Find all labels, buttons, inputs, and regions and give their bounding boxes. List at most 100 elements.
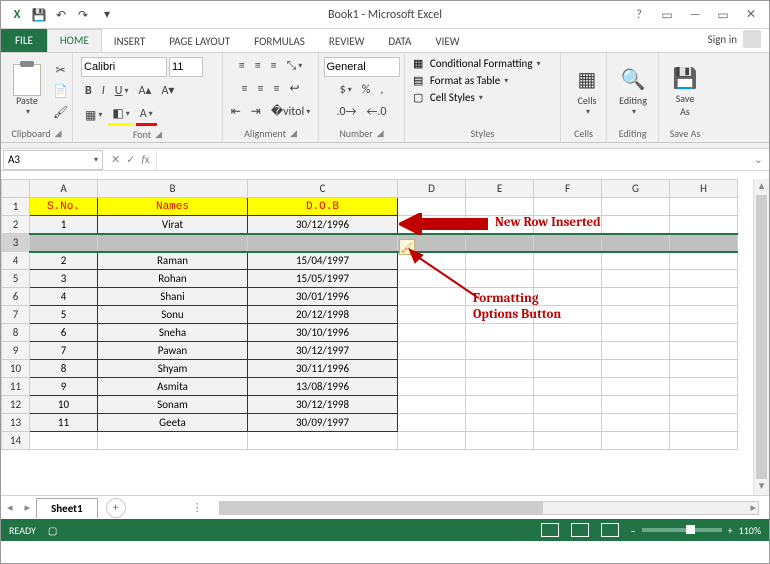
cell-B2[interactable]: Virat: [98, 216, 248, 234]
column-header-D[interactable]: D: [398, 180, 466, 198]
cell-H7[interactable]: [670, 306, 738, 324]
cell-C8[interactable]: 30/10/1996: [248, 324, 398, 342]
cell-E12[interactable]: [466, 396, 534, 414]
worksheet-grid[interactable]: ABCDEFGH1S.No.NamesD.O.B21Virat30/12/199…: [1, 179, 769, 495]
cell-G3[interactable]: [602, 234, 670, 252]
cell-B11[interactable]: Asmita: [98, 378, 248, 396]
cell-A13[interactable]: 11: [30, 414, 98, 432]
cell-F8[interactable]: [534, 324, 602, 342]
sheet-nav-prev-icon[interactable]: ◂: [1, 501, 19, 514]
tab-data[interactable]: DATA: [376, 31, 423, 52]
cancel-formula-icon[interactable]: ✕: [111, 153, 120, 166]
cell-F11[interactable]: [534, 378, 602, 396]
cell-E14[interactable]: [466, 432, 534, 450]
italic-button[interactable]: I: [98, 82, 109, 100]
redo-icon[interactable]: ↷: [75, 7, 91, 23]
cell-C11[interactable]: 13/08/1996: [248, 378, 398, 396]
zoom-slider[interactable]: [642, 528, 722, 532]
paste-button[interactable]: Paste ▾: [9, 64, 45, 119]
cell-E11[interactable]: [466, 378, 534, 396]
cell-D9[interactable]: [398, 342, 466, 360]
increase-font-icon[interactable]: A▴: [134, 81, 155, 100]
cell-C12[interactable]: 30/12/1998: [248, 396, 398, 414]
sheet-tab-sheet1[interactable]: Sheet1: [36, 498, 98, 518]
save-as-button[interactable]: 💾Save As: [667, 62, 703, 120]
increase-decimal-icon[interactable]: .0→: [333, 103, 361, 121]
cell-G6[interactable]: [602, 288, 670, 306]
undo-icon[interactable]: ↶: [53, 7, 69, 23]
row-header-10[interactable]: 10: [2, 360, 30, 378]
cell-A11[interactable]: 9: [30, 378, 98, 396]
zoom-out-icon[interactable]: –: [631, 524, 636, 537]
cell-G11[interactable]: [602, 378, 670, 396]
cell-F1[interactable]: [534, 198, 602, 216]
cell-F3[interactable]: [534, 234, 602, 252]
expand-formula-bar-icon[interactable]: ⌄: [748, 153, 769, 166]
decrease-decimal-icon[interactable]: ←.0: [363, 103, 391, 121]
save-icon[interactable]: 💾: [31, 7, 47, 23]
name-box-dropdown-icon[interactable]: ▾: [94, 155, 98, 165]
close-icon[interactable]: ✕: [739, 5, 763, 25]
column-header-C[interactable]: C: [248, 180, 398, 198]
cell-G7[interactable]: [602, 306, 670, 324]
cell-A6[interactable]: 4: [30, 288, 98, 306]
row-header-11[interactable]: 11: [2, 378, 30, 396]
ribbon-display-icon[interactable]: ▭: [655, 5, 679, 25]
cell-F5[interactable]: [534, 270, 602, 288]
font-dialog-icon[interactable]: ◢: [155, 129, 162, 140]
copy-icon[interactable]: 📄: [49, 82, 72, 101]
cell-C13[interactable]: 30/09/1997: [248, 414, 398, 432]
cell-H14[interactable]: [670, 432, 738, 450]
cell-F4[interactable]: [534, 252, 602, 270]
cell-H6[interactable]: [670, 288, 738, 306]
cell-A10[interactable]: 8: [30, 360, 98, 378]
new-sheet-button[interactable]: +: [106, 498, 126, 518]
cell-B14[interactable]: [98, 432, 248, 450]
decrease-indent-icon[interactable]: ⇤: [227, 102, 245, 121]
row-header-1[interactable]: 1: [2, 198, 30, 216]
format-as-table-button[interactable]: ▤ Format as Table▾: [413, 74, 508, 87]
cell-D13[interactable]: [398, 414, 466, 432]
tab-formulas[interactable]: FORMULAS: [242, 31, 317, 52]
cell-G8[interactable]: [602, 324, 670, 342]
cell-H12[interactable]: [670, 396, 738, 414]
cell-D12[interactable]: [398, 396, 466, 414]
align-left-icon[interactable]: ≡: [237, 80, 251, 98]
macro-record-icon[interactable]: ▢: [48, 524, 57, 537]
decrease-font-icon[interactable]: A▾: [157, 81, 178, 100]
percent-format-icon[interactable]: %: [358, 81, 375, 99]
cell-B4[interactable]: Raman: [98, 252, 248, 270]
row-header-13[interactable]: 13: [2, 414, 30, 432]
page-break-view-icon[interactable]: [601, 523, 619, 537]
cell-F7[interactable]: [534, 306, 602, 324]
cell-H13[interactable]: [670, 414, 738, 432]
minimize-icon[interactable]: —: [683, 5, 707, 25]
cell-G14[interactable]: [602, 432, 670, 450]
cell-C4[interactable]: 15/04/1997: [248, 252, 398, 270]
row-header-4[interactable]: 4: [2, 252, 30, 270]
cell-C3[interactable]: [248, 234, 398, 252]
align-bottom-icon[interactable]: ≡: [267, 57, 281, 75]
row-header-5[interactable]: 5: [2, 270, 30, 288]
cell-D10[interactable]: [398, 360, 466, 378]
zoom-in-icon[interactable]: +: [728, 524, 733, 537]
tab-page-layout[interactable]: PAGE LAYOUT: [157, 31, 242, 52]
conditional-formatting-button[interactable]: ▦ Conditional Formatting▾: [413, 57, 541, 70]
cell-H1[interactable]: [670, 198, 738, 216]
cell-F6[interactable]: [534, 288, 602, 306]
tab-home[interactable]: HOME: [47, 29, 102, 52]
row-header-12[interactable]: 12: [2, 396, 30, 414]
cell-A3[interactable]: [30, 234, 98, 252]
row-header-3[interactable]: 3: [2, 234, 30, 252]
cell-E9[interactable]: [466, 342, 534, 360]
column-header-E[interactable]: E: [466, 180, 534, 198]
row-header-2[interactable]: 2: [2, 216, 30, 234]
cell-C6[interactable]: 30/01/1996: [248, 288, 398, 306]
cell-C9[interactable]: 30/12/1997: [248, 342, 398, 360]
cell-C5[interactable]: 15/05/1997: [248, 270, 398, 288]
font-color-icon[interactable]: A▾: [136, 105, 157, 126]
cell-E10[interactable]: [466, 360, 534, 378]
cell-B6[interactable]: Shani: [98, 288, 248, 306]
vertical-scrollbar[interactable]: ▴ ▾: [753, 179, 769, 495]
page-layout-view-icon[interactable]: [571, 523, 589, 537]
